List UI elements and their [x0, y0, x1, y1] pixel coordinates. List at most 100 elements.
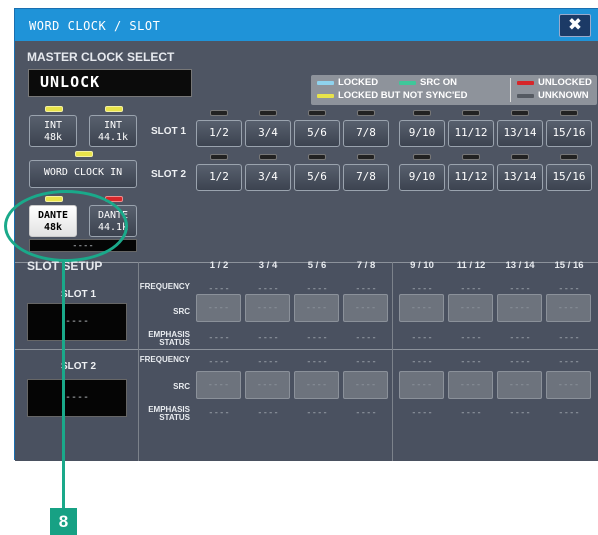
word-clock-in-button[interactable]: WORD CLOCK IN [29, 160, 137, 188]
slot-1-pair-7-button[interactable]: 13/14 [497, 120, 543, 147]
column-header-2: 3 / 4 [258, 260, 278, 271]
window-title: WORD CLOCK / SLOT [29, 19, 161, 33]
slot-2-frequency-7: ---- [509, 357, 531, 367]
int-44k-line1: INT [103, 120, 123, 131]
slot-2-src-button-5[interactable]: ---- [399, 371, 444, 399]
callout-badge: 8 [50, 508, 77, 535]
slot-1-pair-3-button[interactable]: 5/6 [294, 120, 340, 147]
slot-2-pair-5-button[interactable]: 9/10 [399, 164, 445, 191]
slot-1-src-button-7[interactable]: ---- [497, 294, 542, 322]
slot-2-pair-2-button[interactable]: 3/4 [245, 164, 291, 191]
slot-1-frequency-7: ---- [509, 284, 531, 294]
int-48k-button[interactable]: INT 48k [29, 115, 77, 147]
slot-2-pair-1-button[interactable]: 1/2 [196, 164, 242, 191]
slot-1-frequency-3: ---- [306, 284, 328, 294]
slot-1-pair-6-button[interactable]: 11/12 [448, 120, 494, 147]
slot-1-pair-2-button[interactable]: 3/4 [245, 120, 291, 147]
slot-1-pair-6-led [462, 110, 480, 116]
legend-src-on: SRC ON [420, 77, 457, 88]
slot-2-src-button-3[interactable]: ---- [294, 371, 339, 399]
callout-circle [4, 190, 128, 262]
slot-2-pair-1-led [210, 154, 228, 160]
legend-unlocked: UNLOCKED [538, 77, 592, 88]
slot-1-status-label: STATUS [159, 338, 190, 347]
slot-2-pair-7-led [511, 154, 529, 160]
slot-1-emphasis-7: ---- [509, 333, 531, 343]
slot-1-src-button-8[interactable]: ---- [546, 294, 591, 322]
slot-2-frequency-3: ---- [306, 357, 328, 367]
slot-1-pair-4-button[interactable]: 7/8 [343, 120, 389, 147]
callout-leader-line [62, 262, 65, 510]
slot-1-emphasis-4: ---- [355, 333, 377, 343]
slot-1-src-button-2[interactable]: ---- [245, 294, 290, 322]
column-header-8: 15 / 16 [554, 260, 584, 271]
slot-1-emphasis-8: ---- [558, 333, 580, 343]
int-44k-led [105, 106, 123, 112]
slot-2-frequency-4: ---- [355, 357, 377, 367]
slot-1-emphasis-2: ---- [257, 333, 279, 343]
slot-2-src-button-7[interactable]: ---- [497, 371, 542, 399]
slot-1-src-button-6[interactable]: ---- [448, 294, 493, 322]
locked-not-synced-swatch [317, 94, 334, 98]
slot-1-emphasis-6: ---- [460, 333, 482, 343]
slot-2-pair-8-button[interactable]: 15/16 [546, 164, 592, 191]
slot-2-label: SLOT 2 [151, 169, 187, 180]
slot-1-pair-4-led [357, 110, 375, 116]
column-separator-1 [138, 262, 139, 461]
slot-2-pair-5-led [413, 154, 431, 160]
int-48k-line2: 48k [43, 132, 63, 143]
slot-2-src-button-8[interactable]: ---- [546, 371, 591, 399]
slot-2-src-button-1[interactable]: ---- [196, 371, 241, 399]
slot-1-frequency-2: ---- [257, 284, 279, 294]
slot-2-emphasis-3: ---- [306, 408, 328, 418]
slot-1-src-button-1[interactable]: ---- [196, 294, 241, 322]
legend-unknown: UNKNOWN [538, 90, 589, 101]
slot-2-pair-3-button[interactable]: 5/6 [294, 164, 340, 191]
slot-2-pair-4-button[interactable]: 7/8 [343, 164, 389, 191]
slot-1-emphasis-3: ---- [306, 333, 328, 343]
column-header-4: 7 / 8 [356, 260, 376, 271]
slot-1-pair-5-button[interactable]: 9/10 [399, 120, 445, 147]
slot-2-pair-6-led [462, 154, 480, 160]
slot-1-emphasis-5: ---- [411, 333, 433, 343]
slot-2-pair-6-button[interactable]: 11/12 [448, 164, 494, 191]
slot-2-frequency-1: ---- [208, 357, 230, 367]
unknown-swatch [517, 94, 534, 98]
slot-2-emphasis-1: ---- [208, 408, 230, 418]
slot-1-src-button-4[interactable]: ---- [343, 294, 388, 322]
word-clock-in-led [75, 151, 93, 157]
slot-2-emphasis-2: ---- [257, 408, 279, 418]
slot-1-src-button-5[interactable]: ---- [399, 294, 444, 322]
slot-divider [15, 349, 598, 350]
master-clock-select-heading: MASTER CLOCK SELECT [27, 50, 175, 64]
slot-1-emphasis-1: ---- [208, 333, 230, 343]
slot-1-frequency-1: ---- [208, 284, 230, 294]
slot-1-pair-1-button[interactable]: 1/2 [196, 120, 242, 147]
slot-1-pair-7-led [511, 110, 529, 116]
slot-2-frequency-2: ---- [257, 357, 279, 367]
slot-1-src-label: SRC [173, 307, 190, 316]
slot-2-src-button-6[interactable]: ---- [448, 371, 493, 399]
slot-2-src-label: SRC [173, 382, 190, 391]
int-48k-line1: INT [43, 120, 63, 131]
slot-1-frequency-label: FREQUENCY [139, 282, 190, 291]
slot-1-pair-1-led [210, 110, 228, 116]
slot-2-src-button-4[interactable]: ---- [343, 371, 388, 399]
slot-2-emphasis-8: ---- [558, 408, 580, 418]
legend-locked-not-synced: LOCKED BUT NOT SYNC'ED [338, 90, 468, 101]
setup-slot-1-label: SLOT 1 [61, 289, 97, 300]
column-header-1: 1 / 2 [209, 260, 229, 271]
slot-2-src-button-2[interactable]: ---- [245, 371, 290, 399]
int-44-1k-button[interactable]: INT 44.1k [89, 115, 137, 147]
master-clock-status: UNLOCK [28, 69, 192, 97]
slot-2-frequency-8: ---- [558, 357, 580, 367]
slot-2-pair-7-button[interactable]: 13/14 [497, 164, 543, 191]
slot-2-pair-8-led [560, 154, 578, 160]
setup-slot-1-status: ---- [27, 303, 127, 341]
slot-1-pair-8-button[interactable]: 15/16 [546, 120, 592, 147]
slot-2-frequency-label: FREQUENCY [139, 355, 190, 364]
slot-1-src-button-3[interactable]: ---- [294, 294, 339, 322]
close-button[interactable]: ✖ [559, 14, 591, 37]
slot-2-emphasis-7: ---- [509, 408, 531, 418]
slot-2-status-label: STATUS [159, 413, 190, 422]
